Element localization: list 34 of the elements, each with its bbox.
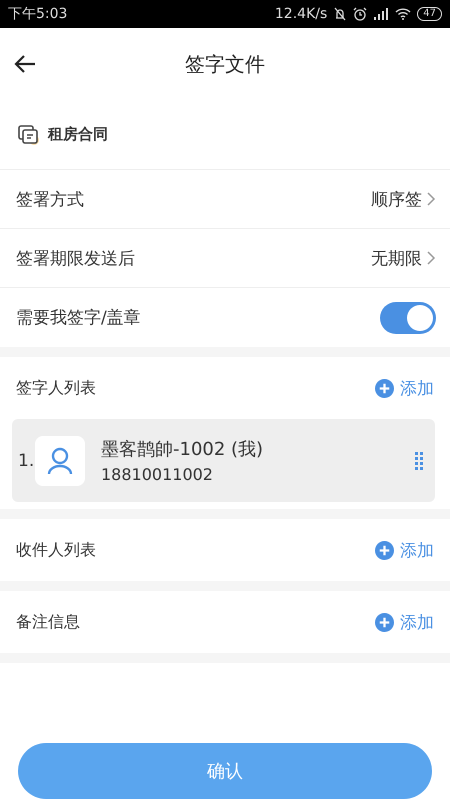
setting-value[interactable]: 顺序签 (371, 188, 422, 210)
confirm-button[interactable]: 确认 (18, 743, 432, 799)
chevron-right-icon[interactable] (426, 191, 436, 207)
plus-circle-icon (375, 378, 394, 398)
setting-label: 需要我签字/盖章 (16, 307, 142, 329)
page-title: 签字文件 (185, 50, 265, 78)
signer-name: 墨客鹊帥-1002 (我) (101, 438, 264, 461)
back-icon[interactable] (14, 54, 36, 74)
wifi-icon (395, 8, 412, 20)
setting-value[interactable]: 无期限 (371, 246, 422, 270)
list-index: 1. (18, 450, 35, 470)
alarm-icon (353, 7, 368, 21)
toggle-switch[interactable] (380, 302, 436, 334)
signer-phone: 18810011002 (101, 465, 214, 484)
network-speed: 12.4K/s (274, 6, 328, 22)
document-name: 租房合同 (48, 125, 108, 144)
plus-circle-icon (375, 612, 394, 632)
signal-icon (373, 8, 390, 20)
section-title: 收件人列表 (16, 540, 97, 560)
mute-icon (333, 7, 348, 21)
drag-handle-icon[interactable] (415, 452, 423, 470)
setting-label: 签署方式 (16, 188, 85, 210)
status-time: 下午5:03 (8, 5, 68, 23)
chevron-right-icon[interactable] (426, 250, 436, 266)
add-button[interactable]: 添加 (375, 538, 434, 562)
add-button[interactable]: 添加 (375, 610, 434, 634)
add-button[interactable]: 添加 (375, 376, 434, 400)
person-icon (46, 446, 74, 476)
section-title: 备注信息 (16, 612, 81, 632)
plus-circle-icon (375, 540, 394, 560)
battery-indicator: 47 (417, 7, 442, 21)
section-title: 签字人列表 (16, 378, 97, 398)
document-icon (18, 124, 40, 144)
setting-label: 签署期限发送后 (16, 248, 136, 270)
